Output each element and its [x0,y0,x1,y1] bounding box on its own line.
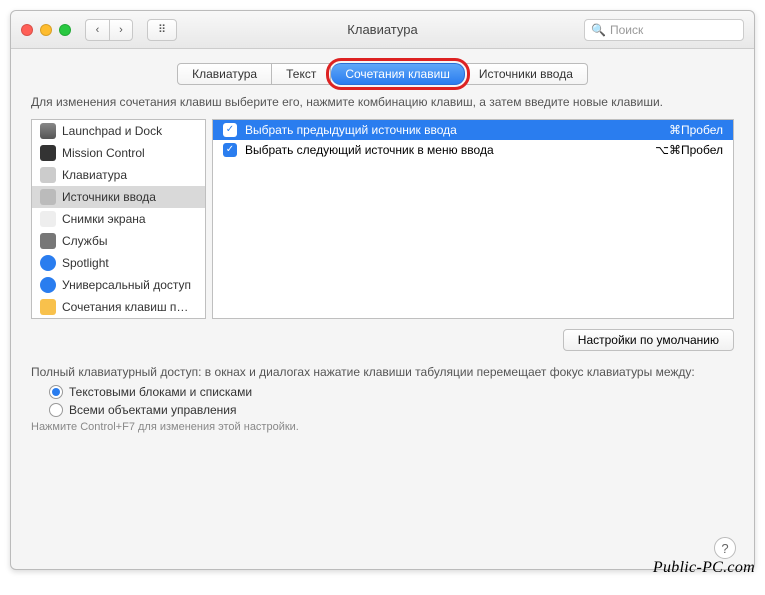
full-access-hint: Нажмите Control+F7 для изменения этой на… [31,421,734,433]
tab-2[interactable]: Сочетания клавиш [331,63,465,85]
launchpad-icon [40,123,56,139]
sidebar-item-label: Службы [62,234,107,248]
tab-3[interactable]: Источники ввода [465,63,588,85]
preferences-window: ‹ › ⠿ Клавиатура 🔍 Поиск КлавиатураТекст… [10,10,755,570]
sidebar-item-label: Клавиатура [62,168,127,182]
sidebar-item-2[interactable]: Клавиатура [32,164,205,186]
accessibility-icon [40,277,56,293]
tab-bar: КлавиатураТекстСочетания клавишИсточники… [31,63,734,85]
radio-button-icon [49,403,63,417]
titlebar: ‹ › ⠿ Клавиатура 🔍 Поиск [11,11,754,49]
radio-label: Текстовыми блоками и списками [69,385,252,399]
sidebar-item-label: Универсальный доступ [62,278,191,292]
help-button[interactable]: ? [714,537,736,559]
grid-icon: ⠿ [158,23,166,36]
search-input[interactable]: 🔍 Поиск [584,19,744,41]
sidebar-item-label: Mission Control [62,146,145,160]
tab-0[interactable]: Клавиатура [177,63,272,85]
shortcut-label: Выбрать предыдущий источник ввода [245,123,661,137]
sidebar-item-1[interactable]: Mission Control [32,142,205,164]
mission-icon [40,145,56,161]
zoom-button[interactable] [59,24,71,36]
sidebar-item-4[interactable]: Снимки экрана [32,208,205,230]
shortcut-row-1[interactable]: ✓ Выбрать следующий источник в меню ввода… [213,140,733,160]
keyboard-icon [40,167,56,183]
close-button[interactable] [21,24,33,36]
radio-button-icon [49,385,63,399]
radio-text-boxes[interactable]: Текстовыми блоками и списками [49,385,734,399]
shortcuts-list[interactable]: ✓ Выбрать предыдущий источник ввода ⌘Пробе… [212,119,734,319]
restore-defaults-button[interactable]: Настройки по умолчанию [563,329,734,351]
minimize-button[interactable] [40,24,52,36]
sidebar-item-label: Снимки экрана [62,212,146,226]
app-shortcuts-icon [40,299,56,315]
sidebar-item-8[interactable]: Сочетания клавиш п… [32,296,205,318]
sidebar-item-0[interactable]: Launchpad и Dock [32,120,205,142]
content-area: КлавиатураТекстСочетания клавишИсточники… [11,49,754,569]
services-icon [40,233,56,249]
radio-label: Всеми объектами управления [69,403,236,417]
spotlight-icon [40,255,56,271]
show-all-button[interactable]: ⠿ [147,19,177,41]
sidebar-item-label: Launchpad и Dock [62,124,162,138]
full-keyboard-access-section: Полный клавиатурный доступ: в окнах и ди… [31,365,734,433]
radio-all-controls[interactable]: Всеми объектами управления [49,403,734,417]
search-placeholder: Поиск [610,23,643,37]
toolbar-nav: ‹ › ⠿ [85,19,177,41]
sidebar-item-5[interactable]: Службы [32,230,205,252]
checkbox-icon[interactable]: ✓ [223,143,237,157]
sidebar-item-7[interactable]: Универсальный доступ [32,274,205,296]
window-controls [21,24,71,36]
watermark: Public-PC.com [653,559,755,577]
tab-1[interactable]: Текст [272,63,331,85]
checkbox-icon[interactable]: ✓ [223,123,237,137]
shortcut-row-0[interactable]: ✓ Выбрать предыдущий источник ввода ⌘Пробе… [213,120,733,140]
shortcut-key: ⌘Пробел [669,123,723,137]
forward-button[interactable]: › [109,19,133,41]
screenshots-icon [40,211,56,227]
input-sources-icon [40,189,56,205]
search-icon: 🔍 [591,23,606,37]
shortcut-label: Выбрать следующий источник в меню ввода [245,143,647,157]
back-button[interactable]: ‹ [85,19,109,41]
sidebar-item-label: Spotlight [62,256,109,270]
sidebar-item-label: Сочетания клавиш п… [62,300,188,314]
sidebar-item-label: Источники ввода [62,190,156,204]
full-access-description: Полный клавиатурный доступ: в окнах и ди… [31,365,734,379]
sidebar-item-6[interactable]: Spotlight [32,252,205,274]
instruction-text: Для изменения сочетания клавиш выберите … [31,95,734,111]
split-view: Launchpad и Dock Mission Control Клавиатур… [31,119,734,319]
sidebar-item-3[interactable]: Источники ввода [32,186,205,208]
category-sidebar[interactable]: Launchpad и Dock Mission Control Клавиатур… [31,119,206,319]
shortcut-key: ⌥⌘Пробел [655,143,723,157]
